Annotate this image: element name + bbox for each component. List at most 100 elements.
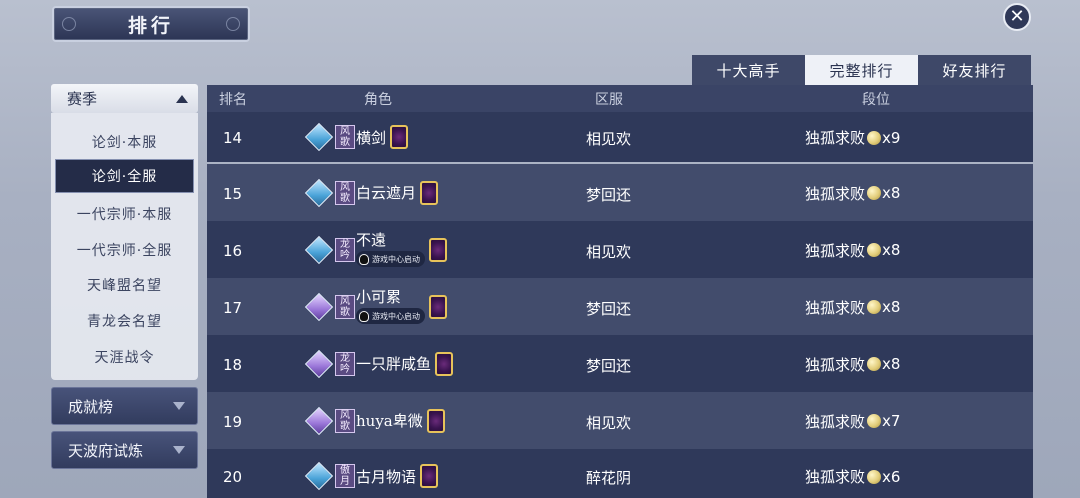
rank-value: 19: [223, 412, 243, 431]
rank-gem-icon: [304, 406, 334, 435]
sect-char: 风: [340, 181, 350, 193]
rank-gem-icon: [304, 178, 334, 207]
tianbo-trial-dropdown[interactable]: 天波府试炼: [51, 431, 198, 469]
tier-value: 独孤求败: [805, 241, 866, 260]
role-cell: 风 歌 横剑: [304, 121, 409, 153]
title-medal-icon: [429, 237, 447, 262]
coin-icon: [867, 300, 882, 314]
title-medal-icon: [429, 294, 447, 319]
tab-full-ranking[interactable]: 完整排行: [805, 55, 918, 85]
column-tier: 段位: [862, 92, 890, 108]
table-row[interactable]: 19 风 歌 huya卑微 相见欢 独孤求败 x7: [207, 392, 1033, 449]
column-rank: 排名: [219, 92, 247, 108]
qq-launch-badge: 游戏中心启动: [356, 251, 425, 267]
achievement-ranking-dropdown[interactable]: 成就榜: [51, 387, 198, 425]
chevron-down-icon: [173, 402, 185, 410]
sect-char: 歌: [340, 306, 350, 318]
qq-launch-badge: 游戏中心启动: [356, 308, 425, 324]
rank-gem-icon: [304, 122, 334, 152]
player-name-block: 小可累 游戏中心启动: [356, 289, 425, 324]
server-value: 相见欢: [586, 242, 632, 261]
season-list: 论剑·本服 论剑·全服 一代宗师·本服 一代宗师·全服 天峰盟名望 青龙会名望 …: [51, 113, 198, 380]
season-item-lunjian-all[interactable]: 论剑·全服: [55, 159, 194, 193]
tier-multiplier: x8: [882, 298, 901, 316]
tier-cell: 独孤求败 x8: [805, 354, 900, 375]
sect-badge-icon: 风 歌: [335, 125, 355, 149]
player-name: 小可累: [356, 288, 402, 306]
tier-cell: 独孤求败 x8: [805, 240, 900, 261]
table-header: 排名 角色 区服 段位: [207, 85, 1033, 112]
season-dropdown[interactable]: 赛季: [51, 84, 198, 113]
server-value: 梦回还: [586, 185, 632, 204]
table-row[interactable]: 17 风 歌 小可累 游戏中心启动 梦回还 独孤求败 x8: [207, 278, 1033, 335]
server-value: 梦回还: [586, 356, 632, 375]
sect-char: 风: [340, 295, 350, 307]
player-name: huya卑微: [356, 412, 423, 430]
ornament-icon: [62, 17, 76, 31]
table-row[interactable]: 18 龙 吟 一只胖咸鱼 梦回还 独孤求败 x8: [207, 335, 1033, 392]
role-cell: 风 歌 小可累 游戏中心启动: [304, 289, 447, 324]
table-row[interactable]: 20 傲 月 古月物语 醉花阴 独孤求败 x6: [207, 449, 1033, 498]
season-item-qinglong[interactable]: 青龙会名望: [55, 304, 194, 338]
rank-gem-icon: [304, 349, 334, 378]
season-item-lunjian-local[interactable]: 论剑·本服: [55, 125, 194, 159]
rank-value: 16: [223, 241, 243, 260]
tab-friend-ranking[interactable]: 好友排行: [918, 55, 1031, 85]
sect-char: 歌: [340, 137, 350, 148]
season-item-tianya[interactable]: 天涯战令: [55, 340, 194, 374]
coin-icon: [867, 130, 882, 145]
tier-value: 独孤求败: [805, 184, 866, 203]
title-badge: 排行: [52, 6, 250, 42]
tier-cell: 独孤求败 x7: [805, 411, 900, 432]
tianbo-trial-label: 天波府试炼: [68, 441, 144, 460]
season-item-master-local[interactable]: 一代宗师·本服: [55, 197, 194, 231]
table-row[interactable]: 16 龙 吟 不遠 游戏中心启动 相见欢 独孤求败 x8: [207, 221, 1033, 278]
tab-top-ten[interactable]: 十大高手: [692, 55, 805, 85]
tier-value: 独孤求败: [805, 468, 866, 486]
player-name: 古月物语: [356, 467, 417, 486]
table-row[interactable]: 15 风 歌 白云遮月 梦回还 独孤求败 x8: [207, 164, 1033, 221]
tier-value: 独孤求败: [805, 298, 866, 317]
player-name: 一只胖咸鱼: [356, 355, 432, 373]
role-cell: 风 歌 huya卑微: [304, 405, 445, 437]
coin-icon: [867, 357, 882, 371]
tier-cell: 独孤求败 x6: [805, 466, 900, 487]
sect-char: 风: [340, 409, 350, 421]
sect-char: 月: [340, 476, 350, 487]
column-server: 区服: [595, 92, 623, 108]
sect-badge-icon: 风 歌: [335, 180, 355, 205]
sect-char: 风: [340, 126, 350, 137]
season-item-master-all[interactable]: 一代宗师·全服: [55, 233, 194, 267]
season-item-tianfeng[interactable]: 天峰盟名望: [55, 268, 194, 302]
tier-value: 独孤求败: [805, 355, 866, 374]
tier-value: 独孤求败: [805, 129, 866, 147]
player-name-block: 不遠 游戏中心启动: [356, 232, 425, 267]
rank-gem-icon: [304, 235, 334, 264]
player-name: 不遠: [356, 231, 387, 249]
tier-cell: 独孤求败 x8: [805, 297, 900, 318]
tier-multiplier: x8: [882, 184, 901, 202]
close-button[interactable]: ✕: [1003, 3, 1031, 31]
sect-char: 吟: [340, 249, 350, 261]
qq-launch-label: 游戏中心启动: [372, 311, 420, 321]
tier-multiplier: x7: [882, 412, 901, 430]
rank-value: 15: [223, 184, 243, 203]
page-title: 排行: [127, 14, 174, 37]
ranking-list[interactable]: 14 风 歌 横剑 相见欢 独孤求败 x9 15 风 歌 白云遮月 梦回还 独孤…: [207, 112, 1033, 498]
sect-badge-icon: 风 歌: [335, 408, 355, 433]
coin-icon: [867, 469, 882, 484]
rank-gem-icon: [304, 292, 334, 321]
season-label: 赛季: [67, 90, 98, 108]
sect-badge-icon: 傲 月: [335, 464, 355, 488]
tab-bar: 十大高手 完整排行 好友排行: [692, 55, 1031, 85]
table-row[interactable]: 14 风 歌 横剑 相见欢 独孤求败 x9: [207, 112, 1033, 162]
qq-penguin-icon: [359, 310, 369, 322]
rank-value: 14: [223, 129, 243, 147]
sect-char: 歌: [340, 192, 350, 204]
role-cell: 傲 月 古月物语: [304, 460, 439, 492]
title-medal-icon: [426, 408, 445, 433]
rank-value: 18: [223, 355, 243, 374]
rank-gem-icon: [304, 461, 334, 491]
chevron-down-icon: [173, 446, 185, 454]
title-medal-icon: [390, 125, 409, 149]
